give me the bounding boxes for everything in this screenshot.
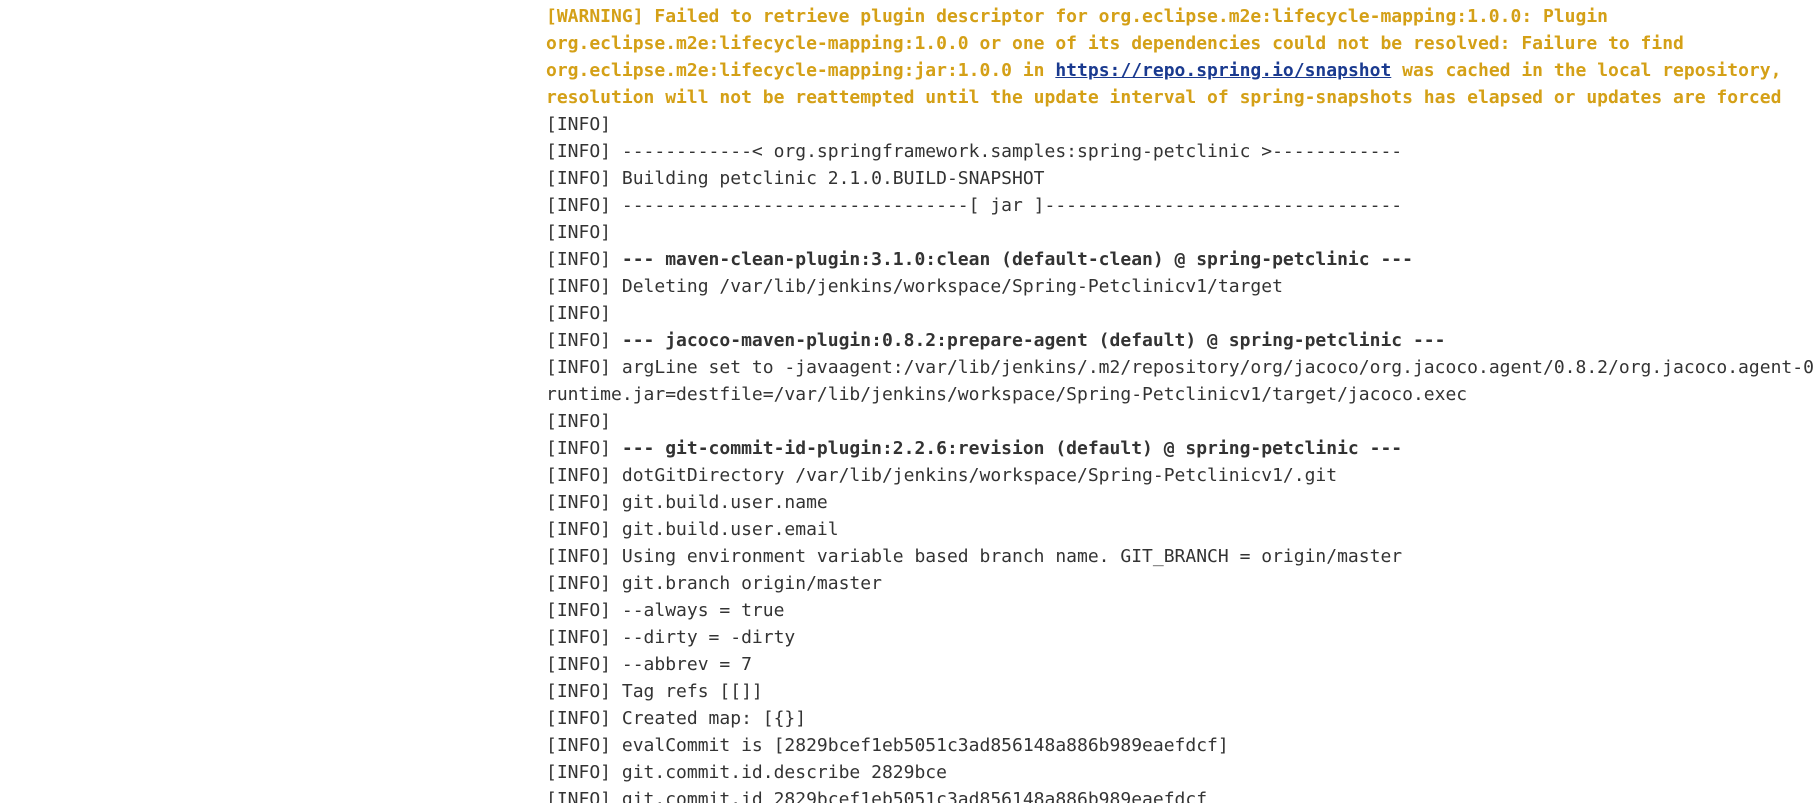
log-text: evalCommit is [2829bcef1eb5051c3ad856148… — [621, 735, 1229, 756]
log-prefix: [INFO] — [546, 546, 622, 567]
log-line: [INFO] ------------< org.springframework… — [546, 138, 1816, 165]
log-text: Tag refs [[]] — [621, 681, 763, 702]
warning-text: org.eclipse.m2e:lifecycle-mapping:jar:1.… — [546, 60, 1056, 81]
warning-text: was cached in the local repository, — [1391, 60, 1782, 81]
log-line: [INFO] — [546, 411, 612, 432]
log-text: git.build.user.name — [621, 492, 828, 513]
log-prefix: [INFO] — [546, 789, 622, 803]
log-line: [INFO] Created map: [{}] — [546, 705, 1816, 732]
log-prefix: [INFO] — [546, 249, 622, 270]
log-line: [INFO] git.commit.id 2829bcef1eb5051c3ad… — [546, 786, 1816, 803]
log-text: argLine set to -javaagent:/var/lib/jenki… — [621, 357, 1816, 378]
log-prefix: [INFO] — [546, 573, 622, 594]
log-line: [INFO] --- jacoco-maven-plugin:0.8.2:pre… — [546, 327, 1816, 354]
log-prefix: [INFO] — [546, 357, 622, 378]
log-line: [INFO] git.build.user.name — [546, 489, 1816, 516]
log-text: Using environment variable based branch … — [621, 546, 1403, 567]
log-line: [INFO] — [546, 303, 612, 324]
log-text: --abbrev = 7 — [621, 654, 752, 675]
log-text: --dirty = -dirty — [621, 627, 796, 648]
log-line: [INFO] --- maven-clean-plugin:3.1.0:clea… — [546, 246, 1816, 273]
log-line: [INFO] — [546, 222, 612, 243]
log-line: [INFO] git.build.user.email — [546, 516, 1816, 543]
log-prefix: [INFO] — [546, 168, 622, 189]
log-text: Created map: [{}] — [621, 708, 807, 729]
log-text: --------------------------------[ jar ]-… — [621, 195, 1403, 216]
log-line: [INFO] --always = true — [546, 597, 1816, 624]
log-prefix: [INFO] — [546, 465, 622, 486]
log-text: --- maven-clean-plugin:3.1.0:clean (defa… — [621, 249, 1413, 270]
log-prefix: [INFO] — [546, 681, 622, 702]
warning-line: org.eclipse.m2e:lifecycle-mapping:1.0.0 … — [546, 33, 1684, 54]
log-text: dotGitDirectory /var/lib/jenkins/workspa… — [621, 465, 1338, 486]
log-prefix: [INFO] — [546, 654, 622, 675]
log-prefix: [INFO] — [546, 600, 622, 621]
log-text: --- git-commit-id-plugin:2.2.6:revision … — [621, 438, 1403, 459]
log-text: git.commit.id.describe 2829bce — [621, 762, 947, 783]
log-prefix: [INFO] — [546, 762, 622, 783]
log-text: --always = true — [621, 600, 785, 621]
warning-line: [WARNING] Failed to retrieve plugin desc… — [546, 6, 1609, 27]
log-line: [INFO] --- git-commit-id-plugin:2.2.6:re… — [546, 435, 1816, 462]
log-text: Deleting /var/lib/jenkins/workspace/Spri… — [621, 276, 1283, 297]
log-line: [INFO] Using environment variable based … — [546, 543, 1816, 570]
log-line: [INFO] dotGitDirectory /var/lib/jenkins/… — [546, 462, 1816, 489]
log-prefix: [INFO] — [546, 627, 622, 648]
log-text: ------------< org.springframework.sample… — [621, 141, 1403, 162]
log-prefix: [INFO] — [546, 438, 622, 459]
console-output: [WARNING] Failed to retrieve plugin desc… — [546, 3, 1816, 803]
log-prefix: [INFO] — [546, 195, 622, 216]
log-line: [INFO] Building petclinic 2.1.0.BUILD-SN… — [546, 165, 1816, 192]
log-line: [INFO] git.branch origin/master — [546, 570, 1816, 597]
log-line: [INFO] Tag refs [[]] — [546, 678, 1816, 705]
log-text: git.build.user.email — [621, 519, 839, 540]
log-line: [INFO] evalCommit is [2829bcef1eb5051c3a… — [546, 732, 1816, 759]
log-line: [INFO] --------------------------------[… — [546, 192, 1816, 219]
log-line: [INFO] --dirty = -dirty — [546, 624, 1816, 651]
log-line: [INFO] --abbrev = 7 — [546, 651, 1816, 678]
log-line: runtime.jar=destfile=/var/lib/jenkins/wo… — [546, 384, 1468, 405]
log-prefix: [INFO] — [546, 708, 622, 729]
repo-snapshot-link[interactable]: https://repo.spring.io/snapshot — [1055, 60, 1391, 81]
log-prefix: [INFO] — [546, 735, 622, 756]
log-text: --- jacoco-maven-plugin:0.8.2:prepare-ag… — [621, 330, 1446, 351]
log-text: git.branch origin/master — [621, 573, 882, 594]
log-line: [INFO] — [546, 114, 612, 135]
warning-line: resolution will not be reattempted until… — [546, 87, 1782, 108]
log-prefix: [INFO] — [546, 141, 622, 162]
log-line: [INFO] git.commit.id.describe 2829bce — [546, 759, 1816, 786]
log-prefix: [INFO] — [546, 330, 622, 351]
warning-line: org.eclipse.m2e:lifecycle-mapping:jar:1.… — [546, 57, 1816, 84]
log-prefix: [INFO] — [546, 276, 622, 297]
log-text: Building petclinic 2.1.0.BUILD-SNAPSHOT — [621, 168, 1045, 189]
log-line: [INFO] Deleting /var/lib/jenkins/workspa… — [546, 273, 1816, 300]
log-prefix: [INFO] — [546, 492, 622, 513]
log-text: git.commit.id 2829bcef1eb5051c3ad856148a… — [621, 789, 1208, 803]
log-line: [INFO] argLine set to -javaagent:/var/li… — [546, 354, 1816, 381]
log-prefix: [INFO] — [546, 519, 622, 540]
